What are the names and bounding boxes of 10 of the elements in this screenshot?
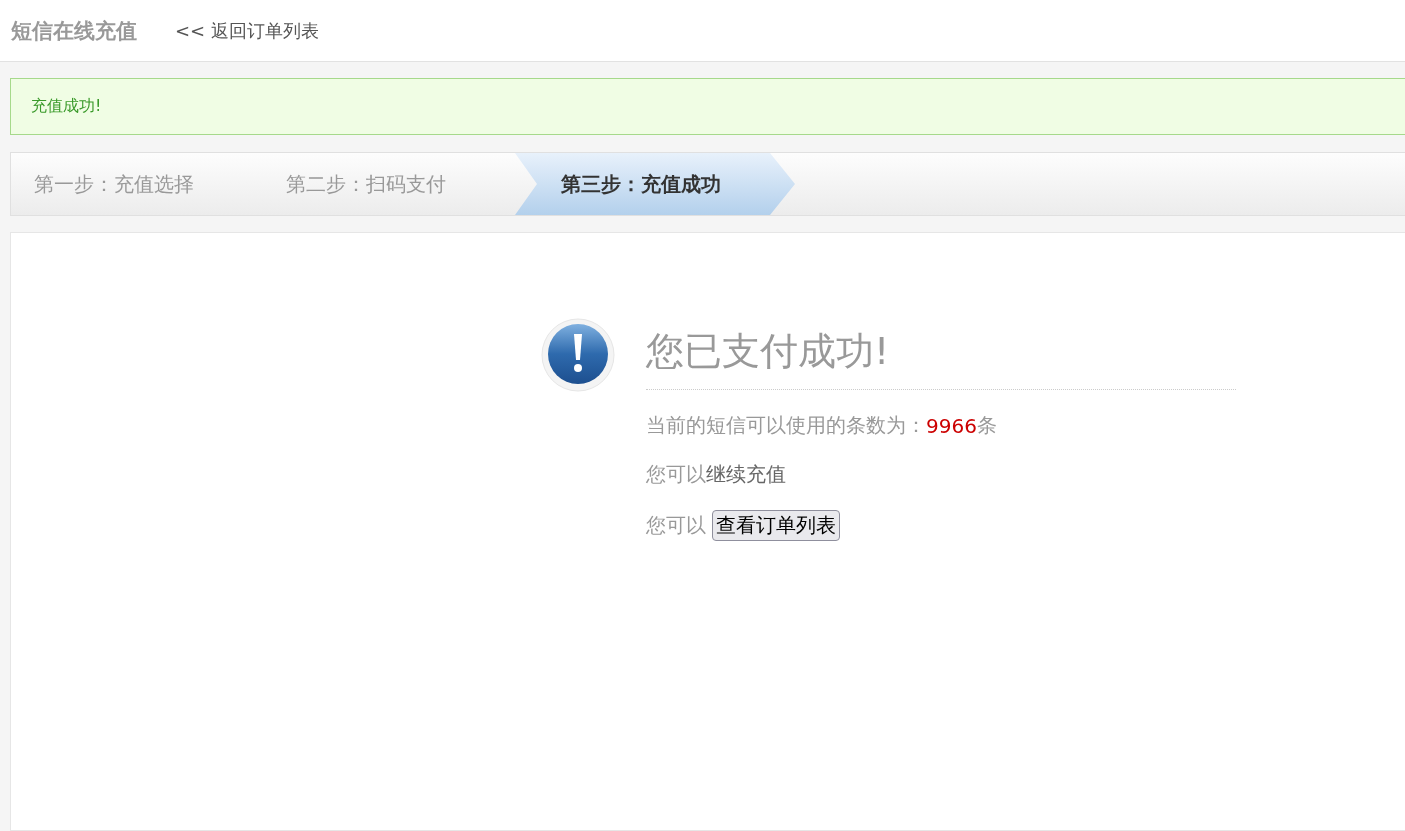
page-title: 短信在线充值 [11, 17, 137, 45]
hint-text: 您可以 [646, 512, 706, 539]
balance-text: 当前的短信可以使用的条数为：9966条 [646, 412, 998, 439]
back-link[interactable]: << 返回订单列表 [175, 18, 319, 43]
alert-message: 充值成功! [31, 96, 102, 117]
continue-recharge-link[interactable]: 继续充值 [706, 461, 786, 488]
hint-text: 您可以 [646, 461, 706, 488]
view-orders-button[interactable]: 查看订单列表 [712, 510, 840, 541]
exclamation-icon [541, 318, 615, 392]
success-heading: 您已支付成功! [646, 318, 1236, 390]
